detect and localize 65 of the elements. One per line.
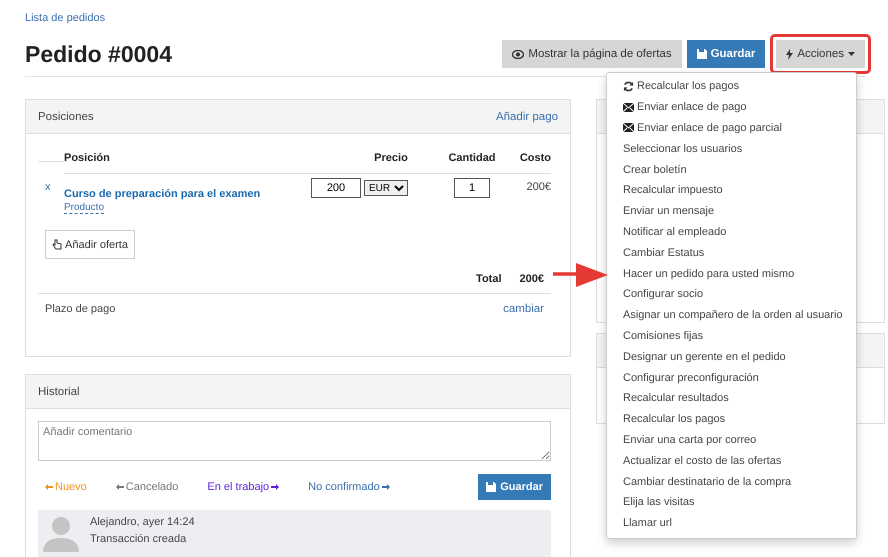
change-link[interactable]: cambiar: [503, 303, 544, 344]
menu-item[interactable]: Asignar un compañero de la orden al usuario: [607, 304, 856, 326]
save-button[interactable]: Guardar: [686, 40, 766, 68]
show-offers-button[interactable]: Mostrar la página de ofertas: [502, 40, 682, 68]
arrow-left-icon: [45, 484, 53, 490]
menu-item[interactable]: Recalcular impuesto: [607, 180, 856, 201]
eye-icon: [512, 50, 524, 58]
entry-text: Transacción creada: [90, 533, 188, 545]
menu-item[interactable]: Seleccionar los usuarios: [607, 138, 856, 160]
envelope-icon: [623, 123, 634, 132]
column-header: Precio: [341, 146, 441, 174]
product-link[interactable]: Curso de preparación para el examen: [64, 181, 260, 200]
status-link[interactable]: Cancelado: [116, 481, 178, 493]
total-label: Total: [476, 273, 502, 285]
add-payment-link[interactable]: Añadir pago: [496, 110, 558, 122]
arrow-right-icon: [382, 484, 390, 490]
panel-title: Posiciones: [38, 110, 94, 122]
lightning-icon: [786, 48, 794, 60]
column-header: Costo: [503, 146, 551, 174]
menu-item[interactable]: Cambiar Estatus: [607, 242, 856, 264]
arrow-left-icon: [116, 484, 124, 490]
currency-select[interactable]: EUR: [364, 180, 408, 196]
menu-item[interactable]: Notificar al empleado: [607, 222, 856, 242]
menu-item[interactable]: Recalcular los pagos: [607, 76, 856, 97]
column-header: Posición: [64, 146, 341, 174]
quantity-field[interactable]: 1: [454, 178, 490, 198]
remove-link[interactable]: x: [38, 174, 64, 193]
menu-item[interactable]: Hacer un pedido para usted mismo: [607, 263, 856, 284]
caret-icon: [848, 52, 855, 56]
panel-title: Historial: [38, 386, 80, 398]
menu-item[interactable]: Actualizar el costo de las ofertas: [607, 450, 856, 472]
menu-item[interactable]: Crear boletín: [607, 159, 856, 180]
price-field[interactable]: 200: [311, 178, 361, 198]
avatar-icon: [42, 515, 80, 552]
menu-item[interactable]: Configurar socio: [607, 284, 856, 305]
menu-item[interactable]: Configurar preconfiguración: [607, 367, 856, 388]
envelope-icon: [623, 102, 634, 112]
arrow-right-icon: [271, 484, 280, 490]
status-link[interactable]: En el trabajo: [207, 481, 280, 493]
menu-item[interactable]: Enviar enlace de pago parcial: [607, 118, 856, 138]
actions-dropdown-button[interactable]: Acciones: [776, 40, 865, 68]
menu-item[interactable]: Recalcular resultados: [607, 388, 856, 409]
menu-item[interactable]: Enviar un mensaje: [607, 200, 856, 222]
menu-item[interactable]: Designar un gerente en el pedido: [607, 346, 856, 368]
total-value: 200€: [520, 273, 544, 285]
product-type-link[interactable]: Producto: [64, 202, 104, 214]
breadcrumb-link[interactable]: Lista de pedidos: [25, 12, 106, 24]
hand-pointer-icon: [52, 239, 62, 250]
payment-term-label: Plazo de pago: [45, 303, 116, 317]
status-link[interactable]: No confirmado: [308, 481, 390, 493]
save-button[interactable]: Guardar: [478, 474, 551, 500]
add-offer-button[interactable]: Añadir oferta: [45, 230, 135, 259]
menu-item[interactable]: Cambiar destinatario de la compra: [607, 471, 856, 492]
column-header: Cantidad: [441, 146, 503, 174]
menu-item[interactable]: Enviar una carta por correo: [607, 430, 856, 450]
menu-item[interactable]: Enviar enlace de pago: [607, 96, 856, 118]
refresh-icon: [623, 80, 634, 92]
menu-item[interactable]: Elija las visitas: [607, 492, 856, 513]
cost-cell: 200€: [526, 181, 551, 193]
menu-item[interactable]: Recalcular los pagos: [607, 408, 856, 430]
page-title: Pedido #0004: [25, 40, 172, 68]
entry-author: Alejandro, ayer 14:24: [90, 516, 195, 528]
menu-item[interactable]: Llamar url: [607, 512, 856, 534]
menu-item[interactable]: Comisiones fijas: [607, 326, 856, 346]
comment-field[interactable]: Añadir comentario: [38, 421, 551, 461]
